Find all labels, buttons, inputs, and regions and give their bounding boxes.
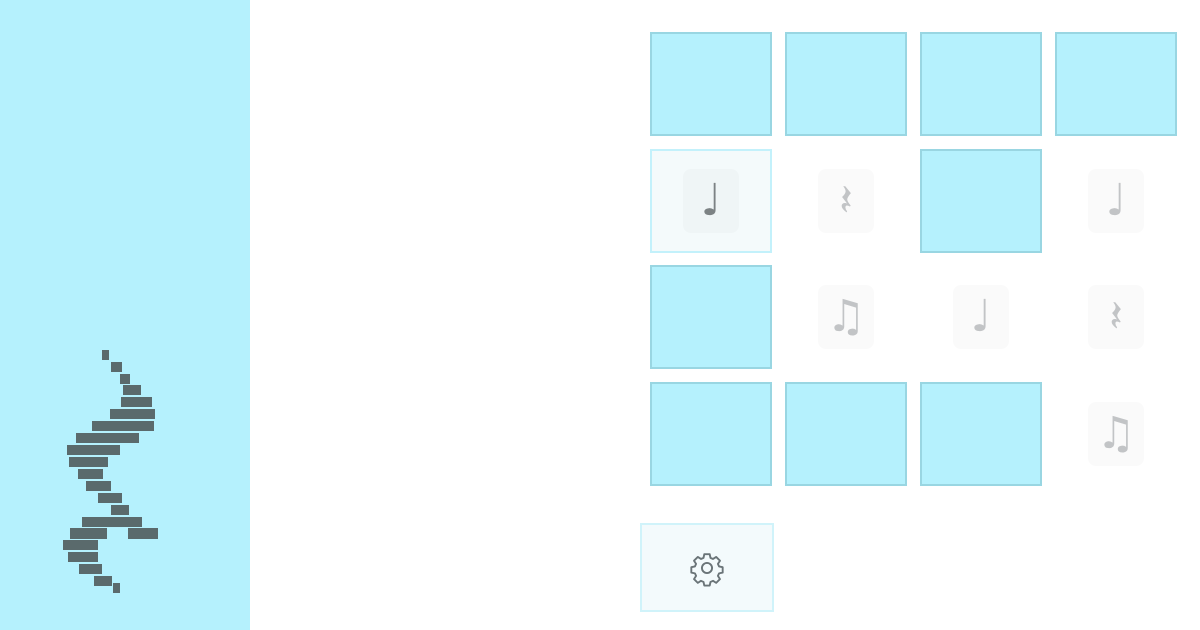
pixel-block [120, 374, 130, 384]
pixel-block [111, 362, 122, 372]
pixel-block [123, 385, 141, 395]
card-r2c4[interactable]: ♩ [1055, 149, 1177, 253]
pixel-block [68, 552, 98, 562]
card-r1c2[interactable] [785, 32, 907, 136]
pixel-block [82, 517, 142, 527]
gear-icon [690, 552, 724, 587]
eighth-notes-icon: ♫ [818, 285, 874, 349]
pixel-block [78, 469, 103, 479]
pixel-block [110, 409, 155, 419]
quarter-note-icon: ♩ [1088, 169, 1144, 233]
pixel-block [98, 493, 122, 503]
card-r4c1[interactable] [650, 382, 772, 486]
card-r3c1[interactable] [650, 265, 772, 369]
card-r3c2[interactable]: ♫ [785, 265, 907, 369]
pixel-block [121, 397, 152, 407]
pixel-block [113, 583, 120, 593]
settings-button[interactable] [640, 523, 774, 612]
card-r1c3[interactable] [920, 32, 1042, 136]
card-r2c1[interactable]: ♩ [650, 149, 772, 253]
eighth-notes-icon: ♫ [1088, 402, 1144, 466]
card-r1c1[interactable] [650, 32, 772, 136]
card-r2c2[interactable]: 𝄽 [785, 149, 907, 253]
quarter-rest-icon: 𝄽 [1088, 285, 1144, 349]
pixel-block [111, 505, 129, 515]
pixel-block [86, 481, 111, 491]
card-r4c2[interactable] [785, 382, 907, 486]
card-r3c3[interactable]: ♩ [920, 265, 1042, 369]
pixel-block [94, 576, 112, 586]
side-panel [0, 0, 250, 630]
pixel-block [63, 540, 98, 550]
card-r4c3[interactable] [920, 382, 1042, 486]
quarter-note-icon: ♩ [953, 285, 1009, 349]
pixel-block [79, 564, 102, 574]
pixel-block [102, 350, 109, 360]
card-r3c4[interactable]: 𝄽 [1055, 265, 1177, 369]
pixel-block [67, 445, 120, 455]
pixel-block [92, 421, 154, 431]
pixel-block [70, 528, 107, 539]
card-r1c4[interactable] [1055, 32, 1177, 136]
quarter-note-icon: ♩ [683, 169, 739, 233]
pixel-block [69, 457, 108, 467]
quarter-rest-icon: 𝄽 [818, 169, 874, 233]
pixel-block [128, 528, 158, 539]
pixel-block [76, 433, 139, 443]
card-r4c4[interactable]: ♫ [1055, 382, 1177, 486]
quarter-rest-pixel-icon [60, 345, 160, 595]
card-r2c3[interactable] [920, 149, 1042, 253]
